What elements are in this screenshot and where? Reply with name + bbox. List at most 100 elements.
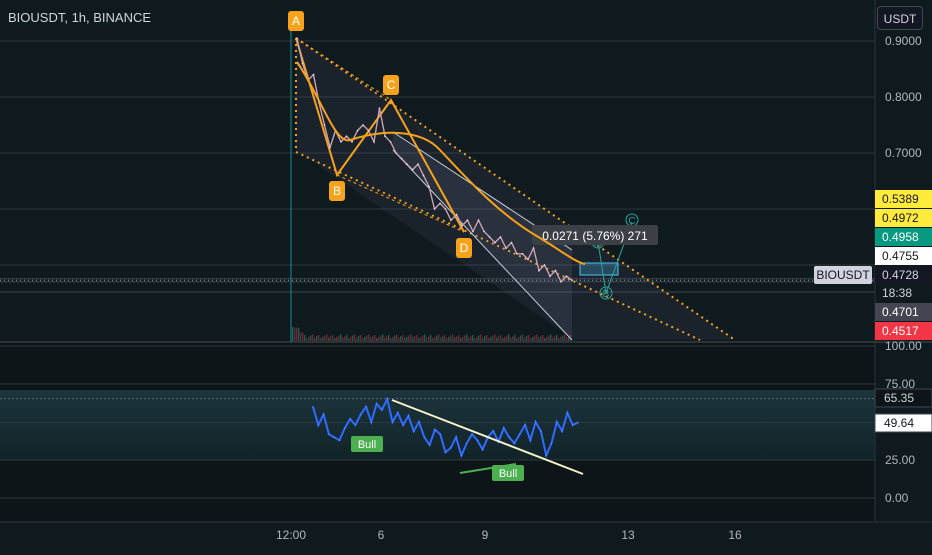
rsi-value-label: 65.35 bbox=[884, 391, 914, 405]
price-point bbox=[450, 219, 452, 221]
price-point bbox=[494, 241, 496, 244]
volume-bar bbox=[452, 334, 454, 341]
symbol-tag-label: BIOUSDT bbox=[816, 268, 870, 282]
volume-bar bbox=[544, 338, 546, 341]
volume-bar bbox=[520, 335, 522, 341]
currency-button[interactable]: USDT bbox=[877, 6, 923, 30]
rsi-point bbox=[508, 436, 510, 438]
volume-bar bbox=[546, 336, 548, 341]
volume-bar bbox=[556, 335, 558, 341]
volume-bar bbox=[542, 335, 544, 341]
volume-bar bbox=[342, 337, 344, 341]
volume-bar bbox=[488, 338, 490, 341]
price-point bbox=[565, 275, 568, 278]
symbol-title: BIOUSDT, 1h, BINANCE bbox=[8, 10, 152, 25]
volume-bar bbox=[318, 335, 320, 341]
volume-bar bbox=[478, 335, 480, 341]
volume-bar bbox=[382, 334, 384, 341]
volume-bar bbox=[494, 334, 496, 341]
chart-svg: 0.90000.80000.7000100.0075.0025.000.0012… bbox=[0, 0, 932, 550]
rsi-point bbox=[471, 433, 473, 435]
rsi-point bbox=[519, 433, 521, 435]
price-point bbox=[312, 73, 315, 76]
volume-bar bbox=[440, 337, 442, 341]
price-point bbox=[417, 163, 419, 165]
price-point bbox=[395, 152, 397, 154]
volume-bar bbox=[468, 337, 470, 341]
volume-bar bbox=[534, 335, 536, 341]
rsi-point bbox=[354, 424, 356, 426]
price-point bbox=[323, 124, 326, 126]
price-point bbox=[329, 146, 331, 149]
price-point bbox=[428, 185, 430, 188]
price-tick-label: 0.8000 bbox=[885, 90, 922, 104]
rsi-point bbox=[545, 454, 547, 456]
pattern-point-label: B bbox=[333, 184, 341, 198]
volume-bar bbox=[438, 334, 440, 341]
volume-bar bbox=[554, 336, 556, 341]
volume-bar bbox=[464, 335, 466, 341]
volume-bar bbox=[400, 336, 402, 341]
volume-bar bbox=[476, 336, 478, 341]
volume-bar bbox=[302, 332, 304, 341]
volume-bar bbox=[454, 337, 456, 341]
price-point bbox=[411, 169, 414, 171]
volume-bar bbox=[490, 336, 492, 341]
price-point bbox=[488, 236, 491, 238]
pattern-point-label: C bbox=[387, 78, 396, 92]
pattern-point-label: D bbox=[460, 241, 469, 255]
volume-bar bbox=[526, 336, 528, 341]
volume-bar bbox=[558, 338, 560, 341]
price-point bbox=[538, 269, 540, 272]
rsi-point bbox=[455, 436, 457, 438]
volume-bar bbox=[410, 334, 412, 341]
volume-bar bbox=[560, 336, 562, 341]
volume-bar bbox=[338, 335, 340, 341]
price-point bbox=[560, 281, 562, 283]
price-point bbox=[571, 279, 573, 282]
volume-bar bbox=[430, 335, 432, 341]
rsi-point bbox=[503, 427, 505, 429]
price-point bbox=[527, 258, 529, 261]
volume-bar bbox=[532, 336, 534, 341]
volume-bar bbox=[416, 335, 418, 341]
volume-bar bbox=[384, 337, 386, 341]
volume-bar bbox=[358, 336, 360, 341]
volume-bar bbox=[414, 336, 416, 341]
rsi-point bbox=[391, 421, 394, 423]
volume-bar bbox=[372, 336, 374, 341]
rsi-point bbox=[365, 406, 367, 408]
volume-bar bbox=[498, 336, 500, 341]
volume-bar bbox=[418, 338, 420, 341]
volume-bar bbox=[294, 327, 296, 341]
volume-bar bbox=[404, 338, 406, 341]
volume-bar bbox=[352, 335, 354, 341]
volume-bar bbox=[472, 335, 474, 341]
volume-bar bbox=[432, 338, 434, 341]
rsi-point bbox=[577, 421, 579, 424]
volume-bar bbox=[296, 327, 298, 341]
volume-bar bbox=[518, 336, 520, 341]
volume-bar bbox=[370, 337, 372, 341]
pattern-point-label: A bbox=[292, 14, 300, 28]
rsi-point bbox=[402, 424, 404, 426]
price-point bbox=[356, 129, 359, 132]
volume-bar bbox=[340, 334, 342, 341]
volume-bar bbox=[424, 334, 426, 341]
volume-bar bbox=[508, 334, 510, 341]
price-point bbox=[499, 236, 502, 238]
rsi-point bbox=[566, 412, 569, 414]
volume-bar bbox=[470, 336, 472, 341]
rsi-point bbox=[312, 406, 314, 408]
volume-bar bbox=[426, 337, 428, 341]
volume-bar bbox=[300, 332, 302, 341]
volume-bar bbox=[566, 337, 568, 341]
volume-bar bbox=[378, 336, 380, 341]
price-label-text: 0.4728 bbox=[882, 268, 919, 282]
price-point bbox=[521, 253, 524, 255]
rsi-point bbox=[550, 442, 553, 444]
volume-bar bbox=[354, 334, 356, 341]
volume-bar bbox=[328, 337, 330, 341]
volume-bar bbox=[350, 336, 352, 341]
volume-bar bbox=[326, 334, 328, 341]
